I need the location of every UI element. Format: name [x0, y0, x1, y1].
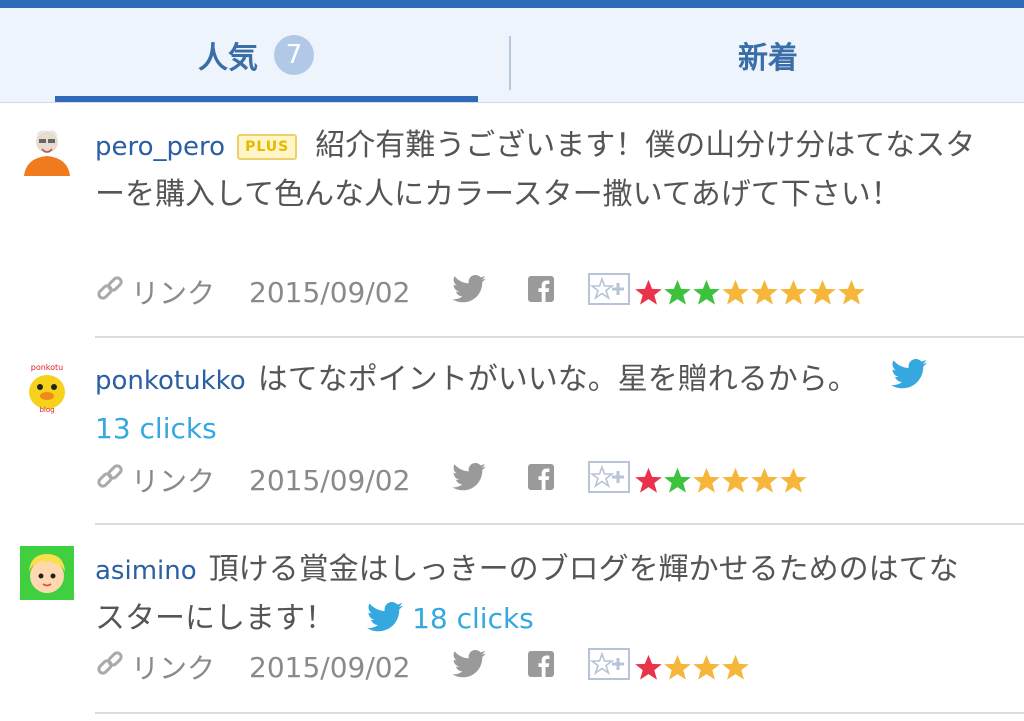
- star-list: [634, 466, 808, 495]
- green-star-icon[interactable]: [692, 278, 721, 307]
- entry-meta-row: リンク 2015/09/02: [95, 460, 808, 500]
- link-label[interactable]: リンク: [131, 460, 215, 500]
- yellow-star-icon[interactable]: [779, 466, 808, 495]
- twitter-bird-icon: [366, 602, 403, 632]
- twitter-bird-icon: [891, 359, 928, 389]
- tab-new-label: 新着: [738, 41, 798, 76]
- tab-popular[interactable]: 人気 7: [0, 8, 512, 102]
- add-star-icon[interactable]: [588, 647, 631, 687]
- link-label[interactable]: リンク: [131, 647, 215, 687]
- twitter-share-icon[interactable]: [452, 649, 487, 685]
- entry-separator: [95, 523, 1024, 525]
- yellow-star-icon[interactable]: [692, 653, 721, 682]
- comment-text: 紹介有難うございます！僕の山分け分はてなスターを購入して色んな人にカラースター撒…: [95, 128, 976, 212]
- yellow-star-icon[interactable]: [808, 278, 837, 307]
- avatar-asimino[interactable]: [20, 546, 74, 600]
- top-accent-bar: [0, 0, 1024, 8]
- yellow-star-icon[interactable]: [663, 653, 692, 682]
- red-star-icon[interactable]: [634, 278, 663, 307]
- entry-separator: [95, 336, 1024, 338]
- svg-text:ponkotu: ponkotu: [31, 363, 64, 372]
- comment-text-block: pero_pero PLUS 紹介有難うございます！僕の山分け分はてなスターを購入し…: [95, 122, 995, 219]
- link-label[interactable]: リンク: [131, 272, 215, 312]
- comment-text: はてなポイントがいいな。星を贈れるから。: [257, 362, 858, 397]
- tab-divider: [509, 36, 511, 90]
- add-star-icon[interactable]: [588, 272, 631, 312]
- tab-new[interactable]: 新着: [512, 8, 1024, 102]
- entry-meta-row: リンク 2015/09/02: [95, 647, 750, 687]
- green-star-icon[interactable]: [663, 466, 692, 495]
- twitter-share-icon[interactable]: [452, 462, 487, 498]
- twitter-clicks-icon-wrap[interactable]: [867, 356, 928, 404]
- username-link[interactable]: asimino: [95, 556, 197, 586]
- yellow-star-icon[interactable]: [692, 466, 721, 495]
- link-icon[interactable]: [95, 649, 125, 686]
- avatar-pero-pero[interactable]: [20, 122, 74, 176]
- twitter-clicks-link[interactable]: 18 clicks: [366, 595, 534, 643]
- add-star-icon[interactable]: [588, 460, 631, 500]
- yellow-star-icon[interactable]: [750, 466, 779, 495]
- link-icon[interactable]: [95, 274, 125, 311]
- tab-bar: 人気 7 新着: [0, 8, 1024, 103]
- twitter-clicks-count[interactable]: 13 clicks: [95, 412, 217, 445]
- active-tab-indicator: [55, 96, 478, 102]
- username-link[interactable]: pero_pero: [95, 132, 225, 162]
- star-list: [634, 278, 866, 307]
- comment-text-block: asimino 頂ける賞金はしっきーのブログを輝かせるためのはてなスターにします！…: [95, 546, 985, 643]
- entry-separator: [95, 712, 1024, 714]
- tab-popular-label: 人気: [198, 41, 258, 76]
- yellow-star-icon[interactable]: [721, 278, 750, 307]
- yellow-star-icon[interactable]: [721, 466, 750, 495]
- comment-body: pero_pero PLUS 紹介有難うございます！僕の山分け分はてなスターを購入し…: [95, 122, 995, 219]
- facebook-share-icon[interactable]: [528, 275, 555, 309]
- avatar-ponkotukko[interactable]: ponkotu blog: [20, 360, 74, 414]
- link-icon[interactable]: [95, 462, 125, 499]
- comment-body: ponkotukko はてなポイントがいいな。星を贈れるから。 13 clicks: [95, 356, 995, 453]
- red-star-icon[interactable]: [634, 653, 663, 682]
- star-list: [634, 653, 750, 682]
- red-star-icon[interactable]: [634, 466, 663, 495]
- facebook-share-icon[interactable]: [528, 650, 555, 684]
- entry-meta-row: リンク 2015/09/02: [95, 272, 866, 312]
- yellow-star-icon[interactable]: [750, 278, 779, 307]
- yellow-star-icon[interactable]: [837, 278, 866, 307]
- entry-date: 2015/09/02: [249, 275, 411, 309]
- count-badge: 7: [274, 35, 314, 75]
- svg-text:blog: blog: [39, 406, 54, 414]
- facebook-share-icon[interactable]: [528, 463, 555, 497]
- comment-text-block: ponkotukko はてなポイントがいいな。星を贈れるから。 13 clicks: [95, 356, 985, 453]
- yellow-star-icon[interactable]: [779, 278, 808, 307]
- comment-body: asimino 頂ける賞金はしっきーのブログを輝かせるためのはてなスターにします！…: [95, 546, 995, 643]
- entry-date: 2015/09/02: [249, 650, 411, 684]
- yellow-star-icon[interactable]: [721, 653, 750, 682]
- entry-date: 2015/09/02: [249, 463, 411, 497]
- twitter-share-icon[interactable]: [452, 274, 487, 310]
- twitter-clicks-count: 18 clicks: [412, 602, 534, 635]
- plus-badge: PLUS: [237, 134, 298, 160]
- username-link[interactable]: ponkotukko: [95, 366, 246, 396]
- green-star-icon[interactable]: [663, 278, 692, 307]
